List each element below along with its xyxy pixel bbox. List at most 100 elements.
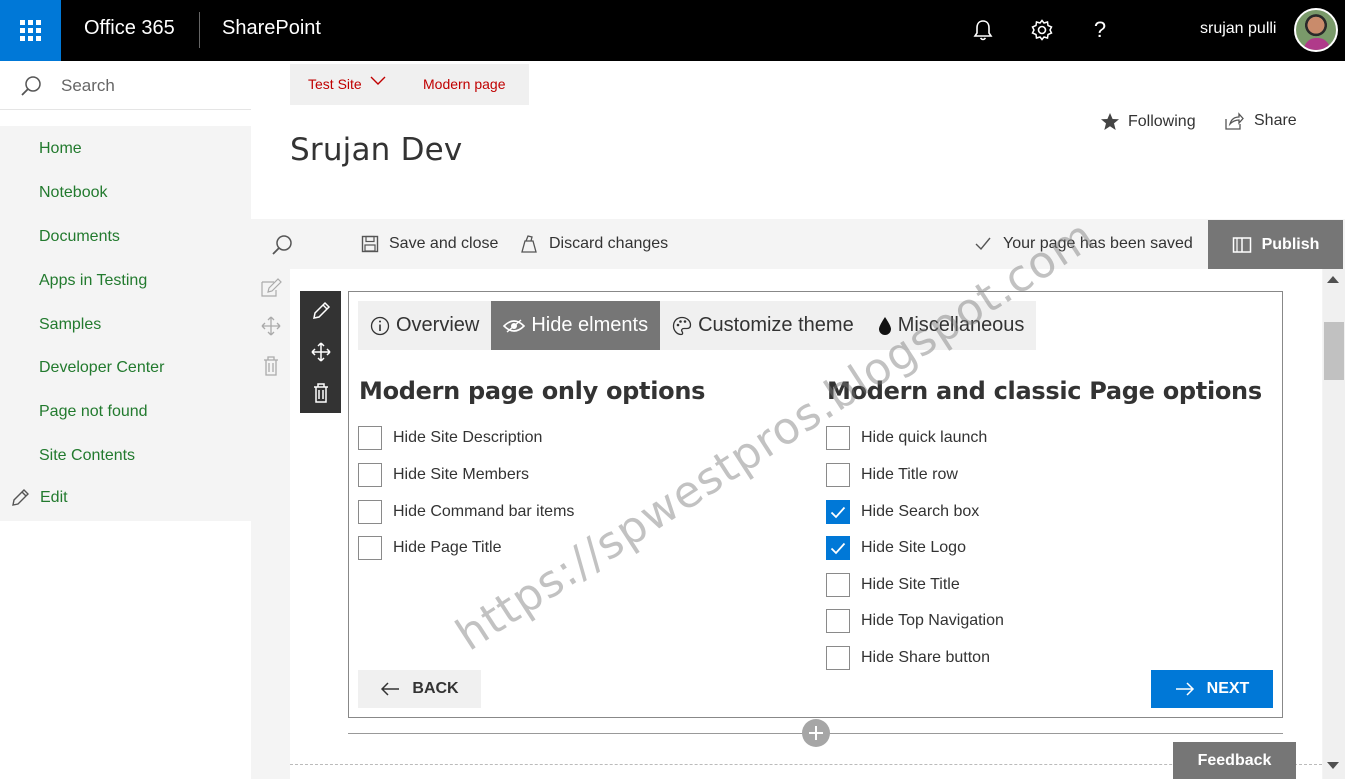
nav-item-notebook[interactable]: Notebook bbox=[39, 184, 108, 202]
move-icon[interactable] bbox=[261, 316, 281, 336]
checkmark-icon bbox=[830, 506, 846, 518]
add-webpart-button[interactable] bbox=[802, 719, 830, 747]
checkbox[interactable] bbox=[826, 609, 850, 633]
option-hide-site-title[interactable]: Hide Site Title bbox=[826, 573, 960, 597]
nav-item-site-contents[interactable]: Site Contents bbox=[39, 447, 135, 465]
option-hide-title-row[interactable]: Hide Title row bbox=[826, 463, 958, 487]
breadcrumb: Test Site Modern page bbox=[290, 64, 529, 105]
option-label: Hide Search box bbox=[861, 503, 980, 520]
nav-item-samples[interactable]: Samples bbox=[39, 316, 101, 334]
edit-webpart-button[interactable] bbox=[300, 293, 341, 329]
edit-section-icon[interactable] bbox=[260, 278, 282, 298]
sharepoint-app-link[interactable]: SharePoint bbox=[222, 17, 321, 40]
checkbox-checked[interactable] bbox=[826, 536, 850, 560]
option-hide-command-bar-items[interactable]: Hide Command bar items bbox=[358, 500, 574, 524]
nav-item-apps-in-testing[interactable]: Apps in Testing bbox=[39, 272, 147, 290]
save-and-close-label: Save and close bbox=[389, 235, 499, 252]
share-icon bbox=[1225, 112, 1244, 130]
tab-hide-elements[interactable]: Hide elments bbox=[491, 301, 661, 350]
edit-links-button[interactable]: Edit bbox=[10, 488, 68, 508]
checkbox[interactable] bbox=[826, 463, 850, 487]
user-name[interactable]: srujan pulli bbox=[1200, 20, 1276, 38]
breadcrumb-modern-page[interactable]: Modern page bbox=[423, 76, 506, 92]
star-icon bbox=[1101, 113, 1119, 130]
waffle-icon bbox=[20, 20, 41, 41]
trash-icon[interactable] bbox=[263, 356, 279, 376]
publish-label: Publish bbox=[1261, 235, 1320, 253]
checkbox[interactable] bbox=[826, 426, 850, 450]
option-label: Hide Site Logo bbox=[861, 539, 966, 556]
tab-miscellaneous[interactable]: Miscellaneous bbox=[866, 301, 1037, 350]
option-label: Hide Title row bbox=[861, 466, 958, 483]
publish-button[interactable]: Publish bbox=[1208, 220, 1343, 269]
office365-brand[interactable]: Office 365 bbox=[84, 17, 175, 40]
chevron-down-icon[interactable] bbox=[370, 76, 386, 86]
checkbox[interactable] bbox=[358, 463, 382, 487]
back-label: BACK bbox=[412, 680, 459, 697]
nav-item-documents[interactable]: Documents bbox=[39, 228, 120, 246]
scrollbar-thumb[interactable] bbox=[1324, 322, 1344, 380]
checkbox-checked[interactable] bbox=[826, 500, 850, 524]
checkbox[interactable] bbox=[358, 536, 382, 560]
checkmark-icon bbox=[830, 542, 846, 554]
option-label: Hide Page Title bbox=[393, 539, 502, 556]
option-hide-quick-launch[interactable]: Hide quick launch bbox=[826, 426, 987, 450]
back-button[interactable]: BACK bbox=[358, 670, 481, 708]
checkbox[interactable] bbox=[826, 646, 850, 670]
option-label: Hide Top Navigation bbox=[861, 612, 1004, 629]
checkbox[interactable] bbox=[358, 426, 382, 450]
help-button[interactable]: ? bbox=[1084, 14, 1116, 46]
option-hide-site-description[interactable]: Hide Site Description bbox=[358, 426, 542, 450]
avatar[interactable] bbox=[1294, 8, 1338, 52]
option-hide-share-button[interactable]: Hide Share button bbox=[826, 646, 990, 670]
option-label: Hide Site Members bbox=[393, 466, 530, 483]
option-hide-site-logo[interactable]: Hide Site Logo bbox=[826, 536, 966, 560]
search-box[interactable]: Search bbox=[0, 61, 251, 110]
nav-item-page-not-found[interactable]: Page not found bbox=[39, 403, 148, 421]
tab-overview[interactable]: Overview bbox=[358, 301, 491, 350]
option-hide-site-members[interactable]: Hide Site Members bbox=[358, 463, 529, 487]
notifications-button[interactable] bbox=[967, 14, 999, 46]
modern-options-title: Modern page only options bbox=[359, 377, 706, 405]
info-icon bbox=[370, 316, 390, 335]
option-hide-top-navigation[interactable]: Hide Top Navigation bbox=[826, 609, 1004, 633]
site-title[interactable]: Srujan Dev bbox=[290, 132, 462, 168]
save-and-close-button[interactable]: Save and close bbox=[361, 235, 498, 253]
section-boundary bbox=[290, 764, 1322, 765]
search-icon[interactable] bbox=[271, 234, 293, 256]
option-hide-search-box[interactable]: Hide Search box bbox=[826, 500, 979, 524]
delete-webpart-button[interactable] bbox=[300, 375, 341, 411]
save-icon bbox=[361, 235, 379, 253]
settings-button[interactable] bbox=[1026, 14, 1058, 46]
checkbox[interactable] bbox=[358, 500, 382, 524]
webpart-toolbar bbox=[300, 291, 341, 413]
nav-item-home[interactable]: Home bbox=[39, 140, 82, 158]
discard-changes-button[interactable]: Discard changes bbox=[519, 235, 668, 253]
option-label: Hide Site Title bbox=[861, 576, 960, 593]
tab-customize-theme[interactable]: Customize theme bbox=[660, 301, 866, 350]
eye-icon bbox=[503, 318, 526, 333]
quick-launch: Home Notebook Documents Apps in Testing … bbox=[0, 126, 251, 521]
next-button[interactable]: NEXT bbox=[1151, 670, 1273, 708]
feedback-button[interactable]: Feedback bbox=[1173, 742, 1296, 779]
gear-icon bbox=[1031, 19, 1053, 41]
checkbox[interactable] bbox=[826, 573, 850, 597]
move-webpart-button[interactable] bbox=[300, 334, 341, 370]
arrow-left-icon bbox=[381, 682, 400, 696]
app-launcher-button[interactable] bbox=[0, 0, 61, 61]
nav-item-developer-center[interactable]: Developer Center bbox=[39, 359, 164, 377]
following-button[interactable]: Following bbox=[1100, 112, 1196, 132]
search-input[interactable]: Search bbox=[61, 76, 115, 96]
scroll-down-arrow-icon[interactable] bbox=[1327, 762, 1339, 769]
modern-classic-options-title: Modern and classic Page options bbox=[827, 377, 1262, 405]
option-hide-page-title[interactable]: Hide Page Title bbox=[358, 536, 502, 560]
checkmark-icon bbox=[975, 237, 991, 251]
share-button[interactable]: Share bbox=[1224, 112, 1297, 130]
following-label: Following bbox=[1128, 113, 1196, 130]
scroll-up-arrow-icon[interactable] bbox=[1327, 276, 1339, 283]
trash-icon bbox=[313, 383, 328, 403]
breadcrumb-test-site[interactable]: Test Site bbox=[308, 76, 362, 92]
option-label: Hide quick launch bbox=[861, 429, 988, 446]
option-label: Hide Command bar items bbox=[393, 503, 575, 520]
help-icon: ? bbox=[1093, 17, 1107, 42]
